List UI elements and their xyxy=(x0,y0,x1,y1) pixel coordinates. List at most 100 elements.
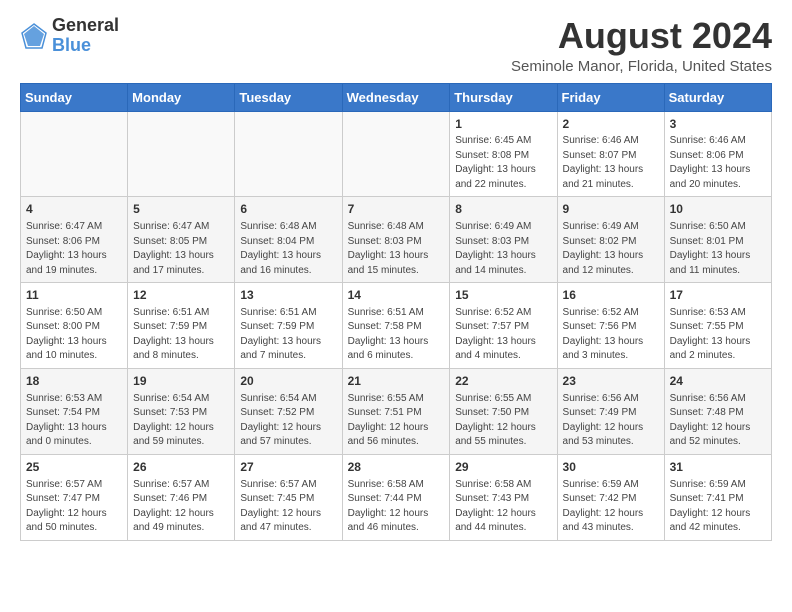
day-info: Sunrise: 6:51 AMSunset: 7:58 PMDaylight:… xyxy=(348,306,445,364)
calendar-cell: 29 Sunrise: 6:58 AMSunset: 7:43 PMDayligh… xyxy=(450,454,557,540)
week-row-5: 25 Sunrise: 6:57 AMSunset: 7:47 PMDayligh… xyxy=(21,454,772,540)
calendar-cell: 3Sunrise: 6:46 AMSunset: 8:06 PMDaylight… xyxy=(664,111,771,197)
logo-general-text: General xyxy=(52,15,119,35)
weekday-header-sunday: Sunday xyxy=(21,83,128,111)
day-number: 6 xyxy=(240,201,336,218)
day-info: Sunrise: 6:52 AMSunset: 7:57 PMDaylight:… xyxy=(455,306,551,364)
day-info: Sunrise: 6:47 AMSunset: 8:05 PMDaylight:… xyxy=(133,220,229,278)
day-number: 16 xyxy=(563,287,659,304)
week-row-3: 11 Sunrise: 6:50 AMSunset: 8:00 PMDayligh… xyxy=(21,283,772,369)
day-number: 19 xyxy=(133,373,229,390)
day-number: 27 xyxy=(240,459,336,476)
day-number: 14 xyxy=(348,287,445,304)
calendar-cell: 1Sunrise: 6:45 AMSunset: 8:08 PMDaylight… xyxy=(450,111,557,197)
logo-text: General Blue xyxy=(52,16,119,56)
day-number: 12 xyxy=(133,287,229,304)
calendar-cell: 26 Sunrise: 6:57 AMSunset: 7:46 PMDayligh… xyxy=(128,454,235,540)
day-number: 5 xyxy=(133,201,229,218)
week-row-4: 18Sunrise: 6:53 AMSunset: 7:54 PMDayligh… xyxy=(21,368,772,454)
calendar-cell: 14 Sunrise: 6:51 AMSunset: 7:58 PMDayligh… xyxy=(342,283,450,369)
day-number: 1 xyxy=(455,116,551,133)
calendar-cell: 27 Sunrise: 6:57 AMSunset: 7:45 PMDayligh… xyxy=(235,454,342,540)
day-info: Sunrise: 6:52 AMSunset: 7:56 PMDaylight:… xyxy=(563,306,659,364)
day-info: Sunrise: 6:55 AMSunset: 7:50 PMDaylight:… xyxy=(455,392,551,450)
logo-blue-text: Blue xyxy=(52,35,91,55)
day-number: 23 xyxy=(563,373,659,390)
weekday-header-friday: Friday xyxy=(557,83,664,111)
calendar-cell: 10 Sunrise: 6:50 AMSunset: 8:01 PMDayligh… xyxy=(664,197,771,283)
day-number: 26 xyxy=(133,459,229,476)
day-info: Sunrise: 6:56 AMSunset: 7:48 PMDaylight:… xyxy=(670,392,766,450)
weekday-header-wednesday: Wednesday xyxy=(342,83,450,111)
day-info: Sunrise: 6:54 AMSunset: 7:52 PMDaylight:… xyxy=(240,392,336,450)
day-number: 2 xyxy=(563,116,659,133)
day-number: 7 xyxy=(348,201,445,218)
day-info: Sunrise: 6:59 AMSunset: 7:42 PMDaylight:… xyxy=(563,478,659,536)
calendar-cell: 16 Sunrise: 6:52 AMSunset: 7:56 PMDayligh… xyxy=(557,283,664,369)
calendar-cell: 8 Sunrise: 6:49 AMSunset: 8:03 PMDaylight… xyxy=(450,197,557,283)
weekday-header-saturday: Saturday xyxy=(664,83,771,111)
day-info: Sunrise: 6:53 AMSunset: 7:55 PMDaylight:… xyxy=(670,306,766,364)
day-info: Sunrise: 6:57 AMSunset: 7:45 PMDaylight:… xyxy=(240,478,336,536)
day-number: 10 xyxy=(670,201,766,218)
day-number: 17 xyxy=(670,287,766,304)
calendar-cell: 30 Sunrise: 6:59 AMSunset: 7:42 PMDayligh… xyxy=(557,454,664,540)
day-info: Sunrise: 6:49 AMSunset: 8:03 PMDaylight:… xyxy=(455,220,551,278)
weekday-header-row: SundayMondayTuesdayWednesdayThursdayFrid… xyxy=(21,83,772,111)
day-info: Sunrise: 6:57 AMSunset: 7:46 PMDaylight:… xyxy=(133,478,229,536)
calendar-cell xyxy=(235,111,342,197)
calendar-cell: 15 Sunrise: 6:52 AMSunset: 7:57 PMDayligh… xyxy=(450,283,557,369)
weekday-header-thursday: Thursday xyxy=(450,83,557,111)
day-number: 22 xyxy=(455,373,551,390)
day-info: Sunrise: 6:48 AMSunset: 8:04 PMDaylight:… xyxy=(240,220,336,278)
weekday-header-tuesday: Tuesday xyxy=(235,83,342,111)
day-number: 29 xyxy=(455,459,551,476)
calendar-cell: 24Sunrise: 6:56 AMSunset: 7:48 PMDayligh… xyxy=(664,368,771,454)
day-info: Sunrise: 6:51 AMSunset: 7:59 PMDaylight:… xyxy=(240,306,336,364)
weekday-header-monday: Monday xyxy=(128,83,235,111)
calendar-cell: 17 Sunrise: 6:53 AMSunset: 7:55 PMDayligh… xyxy=(664,283,771,369)
logo-icon xyxy=(20,22,48,50)
calendar-cell: 28 Sunrise: 6:58 AMSunset: 7:44 PMDayligh… xyxy=(342,454,450,540)
day-number: 25 xyxy=(26,459,122,476)
calendar-cell: 23Sunrise: 6:56 AMSunset: 7:49 PMDayligh… xyxy=(557,368,664,454)
day-number: 13 xyxy=(240,287,336,304)
week-row-2: 4 Sunrise: 6:47 AMSunset: 8:06 PMDaylight… xyxy=(21,197,772,283)
week-row-1: 1Sunrise: 6:45 AMSunset: 8:08 PMDaylight… xyxy=(21,111,772,197)
calendar-cell: 18Sunrise: 6:53 AMSunset: 7:54 PMDayligh… xyxy=(21,368,128,454)
day-info: Sunrise: 6:46 AMSunset: 8:07 PMDaylight:… xyxy=(563,134,659,192)
calendar-cell: 20Sunrise: 6:54 AMSunset: 7:52 PMDayligh… xyxy=(235,368,342,454)
day-number: 8 xyxy=(455,201,551,218)
calendar-cell: 5 Sunrise: 6:47 AMSunset: 8:05 PMDaylight… xyxy=(128,197,235,283)
day-number: 9 xyxy=(563,201,659,218)
day-info: Sunrise: 6:46 AMSunset: 8:06 PMDaylight:… xyxy=(670,134,766,192)
calendar-cell xyxy=(128,111,235,197)
day-number: 15 xyxy=(455,287,551,304)
day-number: 18 xyxy=(26,373,122,390)
day-number: 21 xyxy=(348,373,445,390)
day-info: Sunrise: 6:49 AMSunset: 8:02 PMDaylight:… xyxy=(563,220,659,278)
day-info: Sunrise: 6:48 AMSunset: 8:03 PMDaylight:… xyxy=(348,220,445,278)
location-subtitle: Seminole Manor, Florida, United States xyxy=(511,58,772,75)
day-info: Sunrise: 6:58 AMSunset: 7:43 PMDaylight:… xyxy=(455,478,551,536)
calendar-table: SundayMondayTuesdayWednesdayThursdayFrid… xyxy=(20,83,772,541)
day-number: 4 xyxy=(26,201,122,218)
day-info: Sunrise: 6:50 AMSunset: 8:00 PMDaylight:… xyxy=(26,306,122,364)
day-info: Sunrise: 6:50 AMSunset: 8:01 PMDaylight:… xyxy=(670,220,766,278)
calendar-cell xyxy=(342,111,450,197)
day-number: 28 xyxy=(348,459,445,476)
logo: General Blue xyxy=(20,16,119,56)
calendar-cell xyxy=(21,111,128,197)
calendar-cell: 13 Sunrise: 6:51 AMSunset: 7:59 PMDayligh… xyxy=(235,283,342,369)
day-info: Sunrise: 6:45 AMSunset: 8:08 PMDaylight:… xyxy=(455,134,551,192)
day-number: 11 xyxy=(26,287,122,304)
day-number: 31 xyxy=(670,459,766,476)
calendar-cell: 4 Sunrise: 6:47 AMSunset: 8:06 PMDaylight… xyxy=(21,197,128,283)
title-area: August 2024 Seminole Manor, Florida, Uni… xyxy=(511,16,772,75)
day-number: 30 xyxy=(563,459,659,476)
day-info: Sunrise: 6:47 AMSunset: 8:06 PMDaylight:… xyxy=(26,220,122,278)
day-info: Sunrise: 6:57 AMSunset: 7:47 PMDaylight:… xyxy=(26,478,122,536)
calendar-cell: 12Sunrise: 6:51 AMSunset: 7:59 PMDayligh… xyxy=(128,283,235,369)
page-header: General Blue August 2024 Seminole Manor,… xyxy=(20,16,772,75)
day-info: Sunrise: 6:58 AMSunset: 7:44 PMDaylight:… xyxy=(348,478,445,536)
